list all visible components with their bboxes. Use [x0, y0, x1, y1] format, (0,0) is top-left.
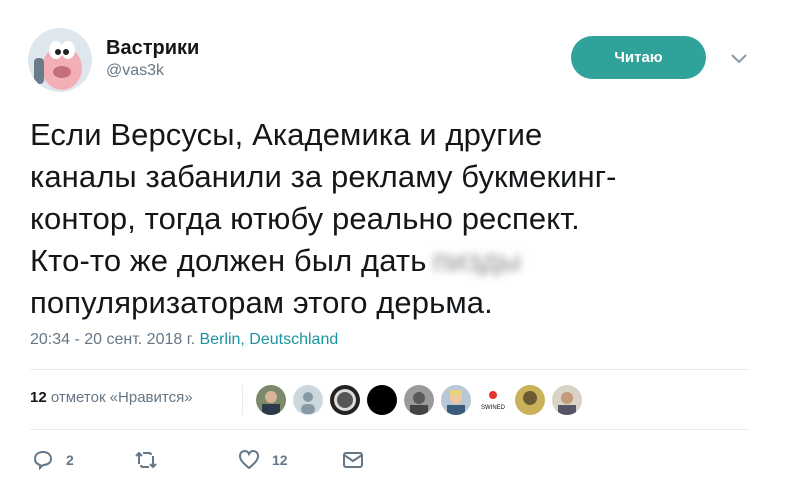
tweet-actions: 2 12 — [32, 446, 752, 476]
liker-avatar-6-blond[interactable] — [441, 385, 471, 415]
likes-count: 12 — [30, 389, 47, 406]
censored-word: пизды — [432, 243, 521, 278]
tweet-line-3: контор, тогда ютюбу реально респект. — [30, 201, 580, 236]
liker-avatar-5-gray[interactable] — [404, 385, 434, 415]
tweet-line-4-text: Кто-то же должен был дать — [30, 243, 427, 278]
tweet-meta: 20:34 - 20 сент. 2018 г. Berlin, Deutsch… — [30, 331, 338, 349]
like-count: 12 — [272, 452, 288, 468]
like-button[interactable]: 12 — [238, 446, 288, 474]
liker-avatar-2-default[interactable] — [293, 385, 323, 415]
swine-logo-text: SWINED — [481, 405, 506, 411]
tweet-line-2: каналы забанили за рекламу букмекинг- — [30, 159, 617, 194]
following-button[interactable]: Читаю — [571, 36, 706, 79]
tweet-timestamp[interactable]: 20:34 - 20 сент. 2018 г. — [30, 331, 195, 348]
tweet-location[interactable]: Berlin, Deutschland — [200, 331, 339, 348]
heart-icon — [238, 449, 260, 470]
divider-bottom — [30, 429, 750, 430]
envelope-icon — [343, 452, 363, 468]
user-handle[interactable]: @vas3k — [106, 60, 199, 82]
liker-avatar-4-black[interactable] — [367, 385, 397, 415]
user-names: Вастрики @vas3k — [106, 36, 199, 82]
tweet-line-1: Если Версусы, Академика и другие — [30, 117, 543, 152]
avatar-cartoon-icon — [28, 28, 92, 92]
reply-count: 2 — [66, 452, 74, 468]
liker-avatars: SWINED — [256, 385, 589, 415]
direct-message-button[interactable] — [342, 446, 364, 474]
retweet-button[interactable] — [134, 446, 170, 474]
likes-label: отметок «Нравится» — [50, 389, 193, 406]
reply-icon — [33, 450, 53, 471]
liker-avatar-9[interactable] — [552, 385, 582, 415]
display-name[interactable]: Вастрики — [106, 36, 199, 60]
chevron-down-icon[interactable] — [730, 50, 748, 68]
retweet-icon — [135, 451, 157, 469]
likes-row: 12 отметок «Нравится» SWINED — [30, 385, 750, 417]
liker-avatar-8[interactable] — [515, 385, 545, 415]
likes-separator — [242, 385, 243, 415]
liker-avatar-7-swine-logo[interactable]: SWINED — [478, 385, 508, 415]
liker-avatar-3-portrait[interactable] — [330, 385, 360, 415]
user-avatar[interactable] — [28, 28, 92, 92]
tweet-header: Вастрики @vas3k Читаю — [28, 24, 768, 94]
liker-avatar-1[interactable] — [256, 385, 286, 415]
likes-summary[interactable]: 12 отметок «Нравится» — [30, 389, 193, 406]
divider-top — [30, 369, 750, 370]
tweet-text: Если Версусы, Академика и другие каналы … — [30, 114, 760, 324]
tweet-line-4: Кто-то же должен был дать пизды — [30, 240, 760, 282]
tweet-line-5: популяризаторам этого дерьма. — [30, 285, 493, 320]
reply-button[interactable]: 2 — [32, 446, 74, 474]
